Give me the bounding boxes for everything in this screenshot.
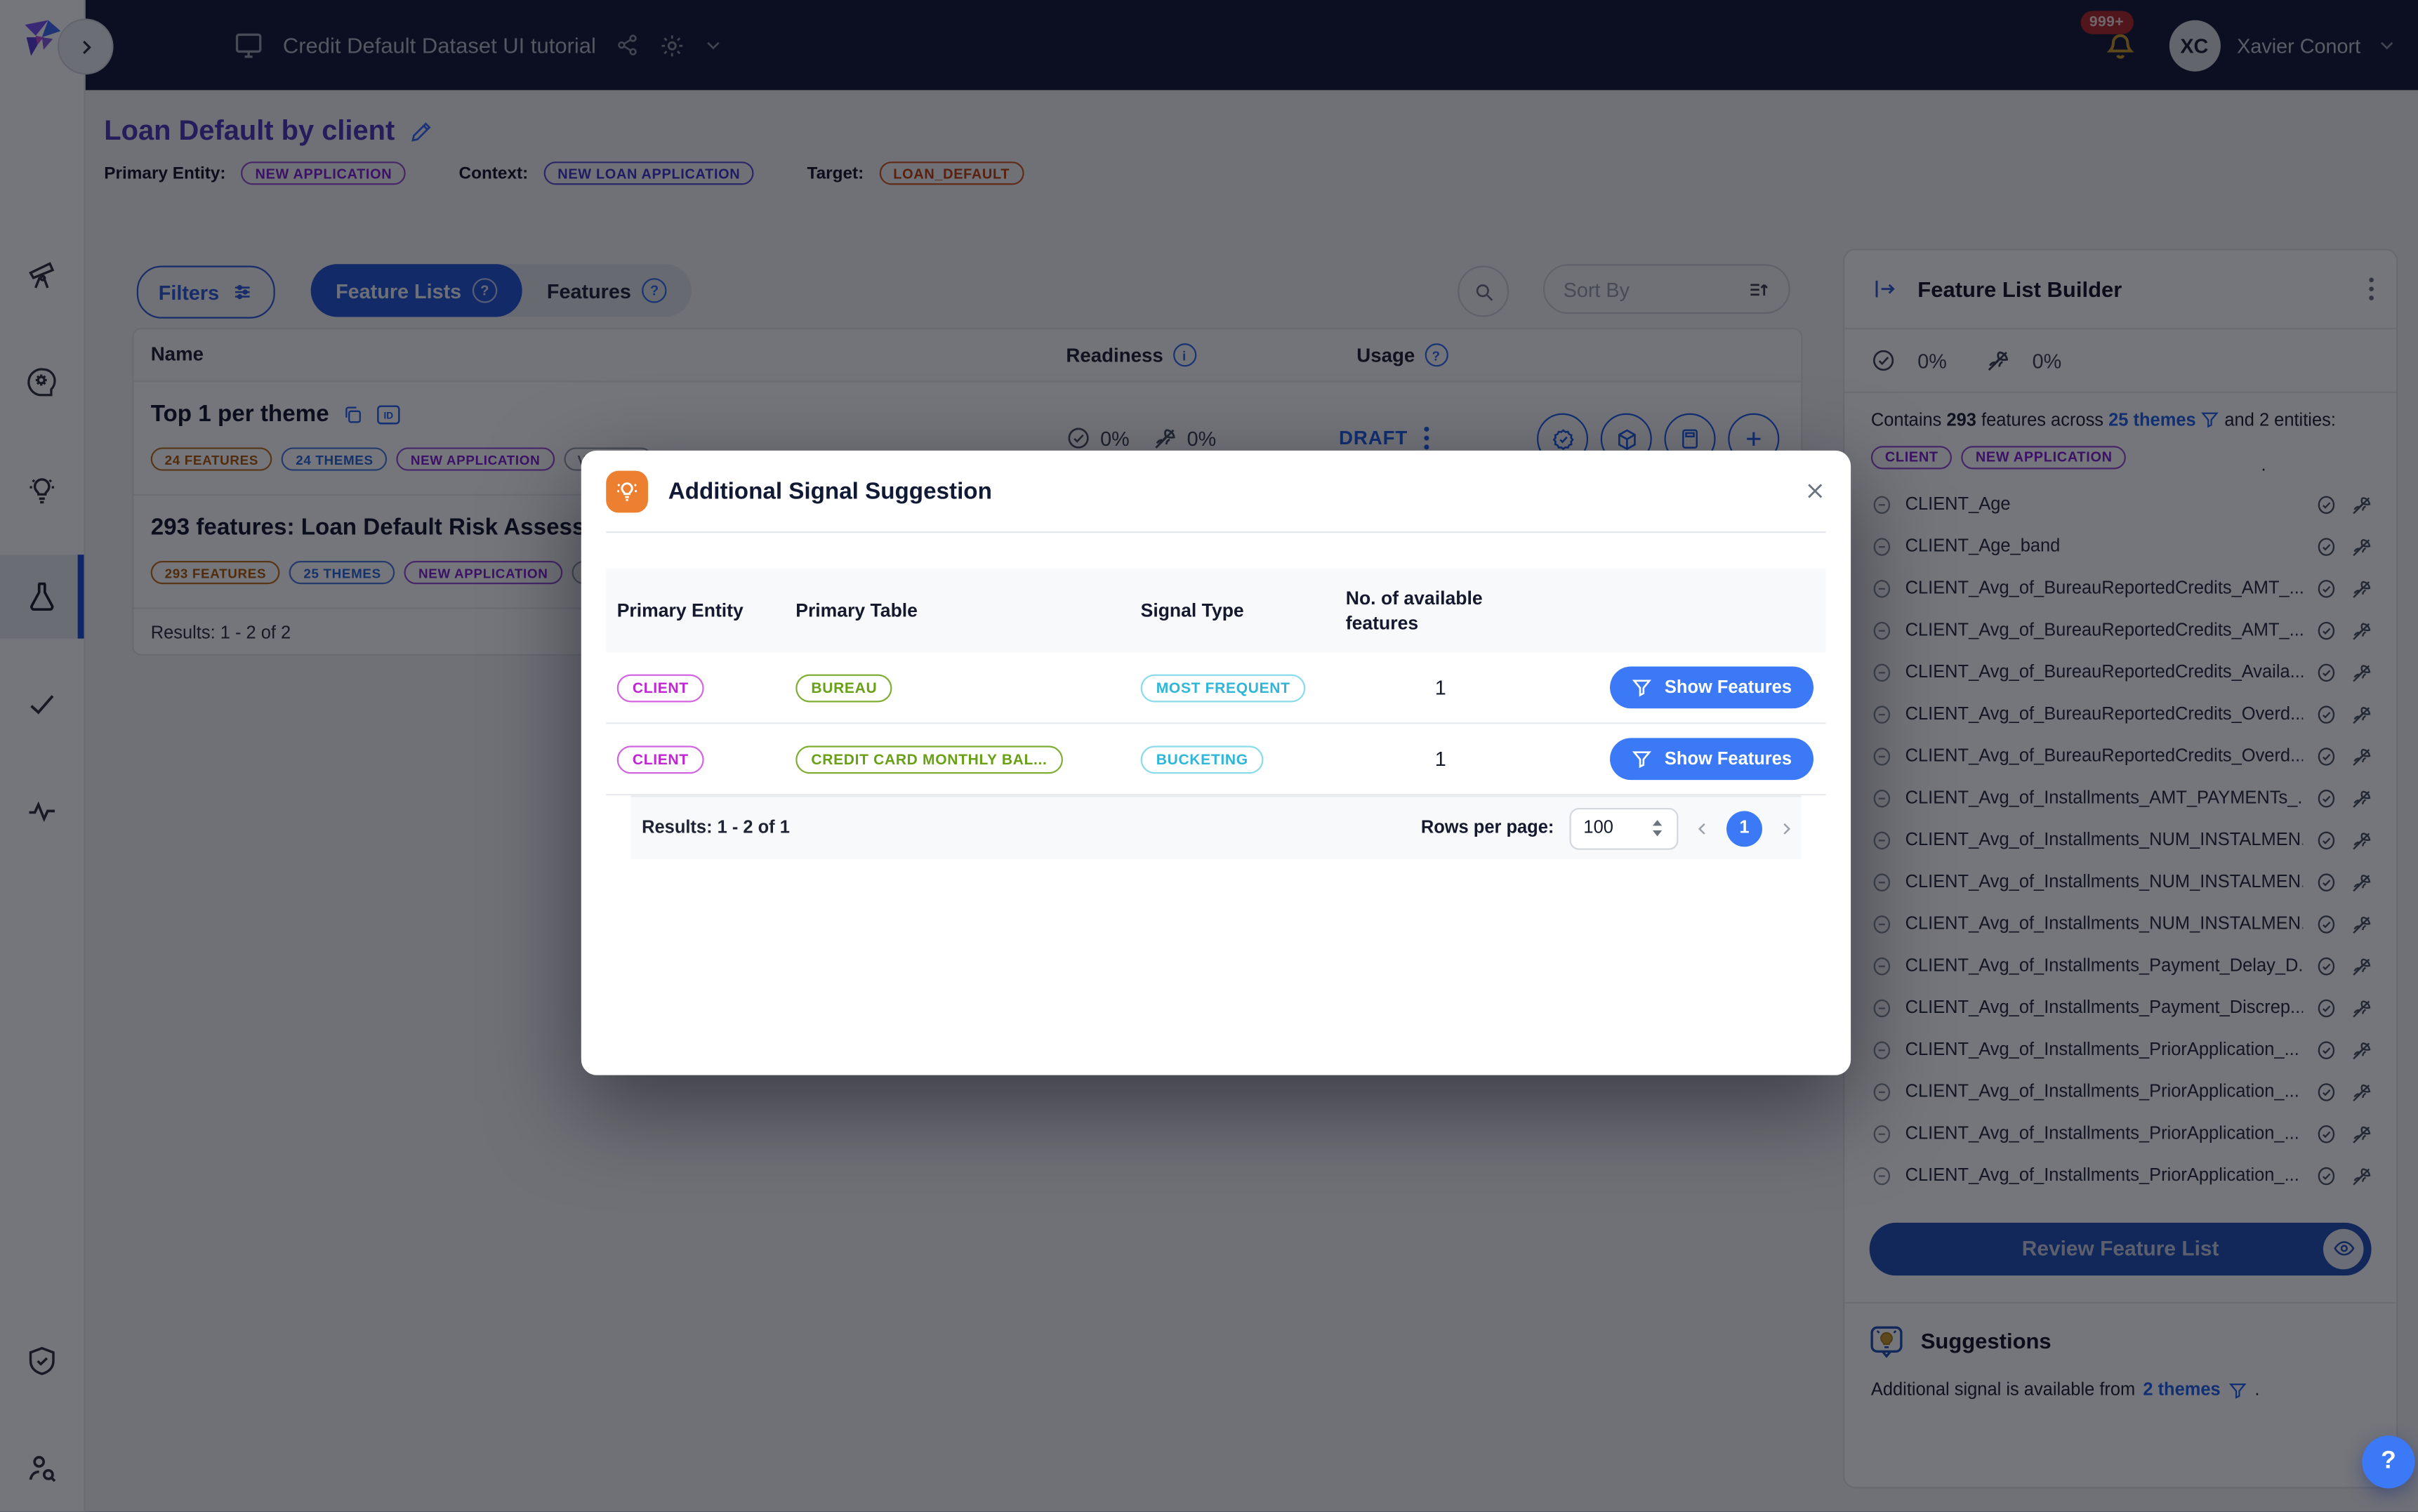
show-features-label: Show Features [1665,750,1792,769]
rows-per-page-select[interactable]: 100 [1570,807,1679,849]
modal-signal-pill: BUCKETING [1141,746,1264,774]
modal-signal-pill: MOST FREQUENT [1141,675,1306,703]
modal-results: Results: 1 - 2 of 1 [631,818,790,837]
modal-close-icon[interactable] [1804,480,1826,502]
modal-feature-count: 1 [1335,676,1546,699]
modal-col-signal: Signal Type [1130,598,1335,623]
help-button[interactable]: ? [2362,1435,2414,1488]
funnel-icon [1632,677,1652,698]
funnel-icon [1632,749,1652,769]
modal-table-pill: BUREAU [795,675,892,703]
select-arrows-icon [1651,818,1665,837]
modal-col-table: Primary Table [785,598,1130,623]
modal-col-count: No. of available features [1335,585,1519,636]
modal-table-row: CLIENT BUREAU MOST FREQUENT 1 Show Featu… [606,653,1825,724]
rows-per-page-value: 100 [1583,818,1613,837]
show-features-button[interactable]: Show Features [1610,667,1814,709]
next-page-icon[interactable] [1778,820,1795,837]
app-root: Credit Default Dataset UI tutorial 999+ … [0,0,2418,1512]
modal-footer: Results: 1 - 2 of 1 Rows per page: 100 1 [631,795,1802,859]
modal-entity-pill: CLIENT [617,675,704,703]
show-features-label: Show Features [1665,678,1792,697]
additional-signal-modal: Additional Signal Suggestion Primary Ent… [581,451,1851,1075]
modal-col-entity: Primary Entity [606,598,785,623]
modal-feature-count: 1 [1335,748,1546,771]
modal-table-body: CLIENT BUREAU MOST FREQUENT 1 Show Featu… [606,653,1825,796]
rows-per-page-label: Rows per page: [1421,818,1554,837]
show-features-button[interactable]: Show Features [1610,738,1814,780]
modal-table-row: CLIENT CREDIT CARD MONTHLY BAL... BUCKET… [606,724,1825,795]
modal-table: Primary Entity Primary Table Signal Type… [606,569,1825,859]
modal-title: Additional Signal Suggestion [668,478,1784,505]
page-1-button[interactable]: 1 [1726,810,1762,846]
modal-table-pill: CREDIT CARD MONTHLY BAL... [795,746,1062,774]
modal-entity-pill: CLIENT [617,746,704,774]
modal-table-header: Primary Entity Primary Table Signal Type… [606,569,1825,653]
prev-page-icon[interactable] [1694,820,1711,837]
modal-bulb-icon [606,470,648,512]
